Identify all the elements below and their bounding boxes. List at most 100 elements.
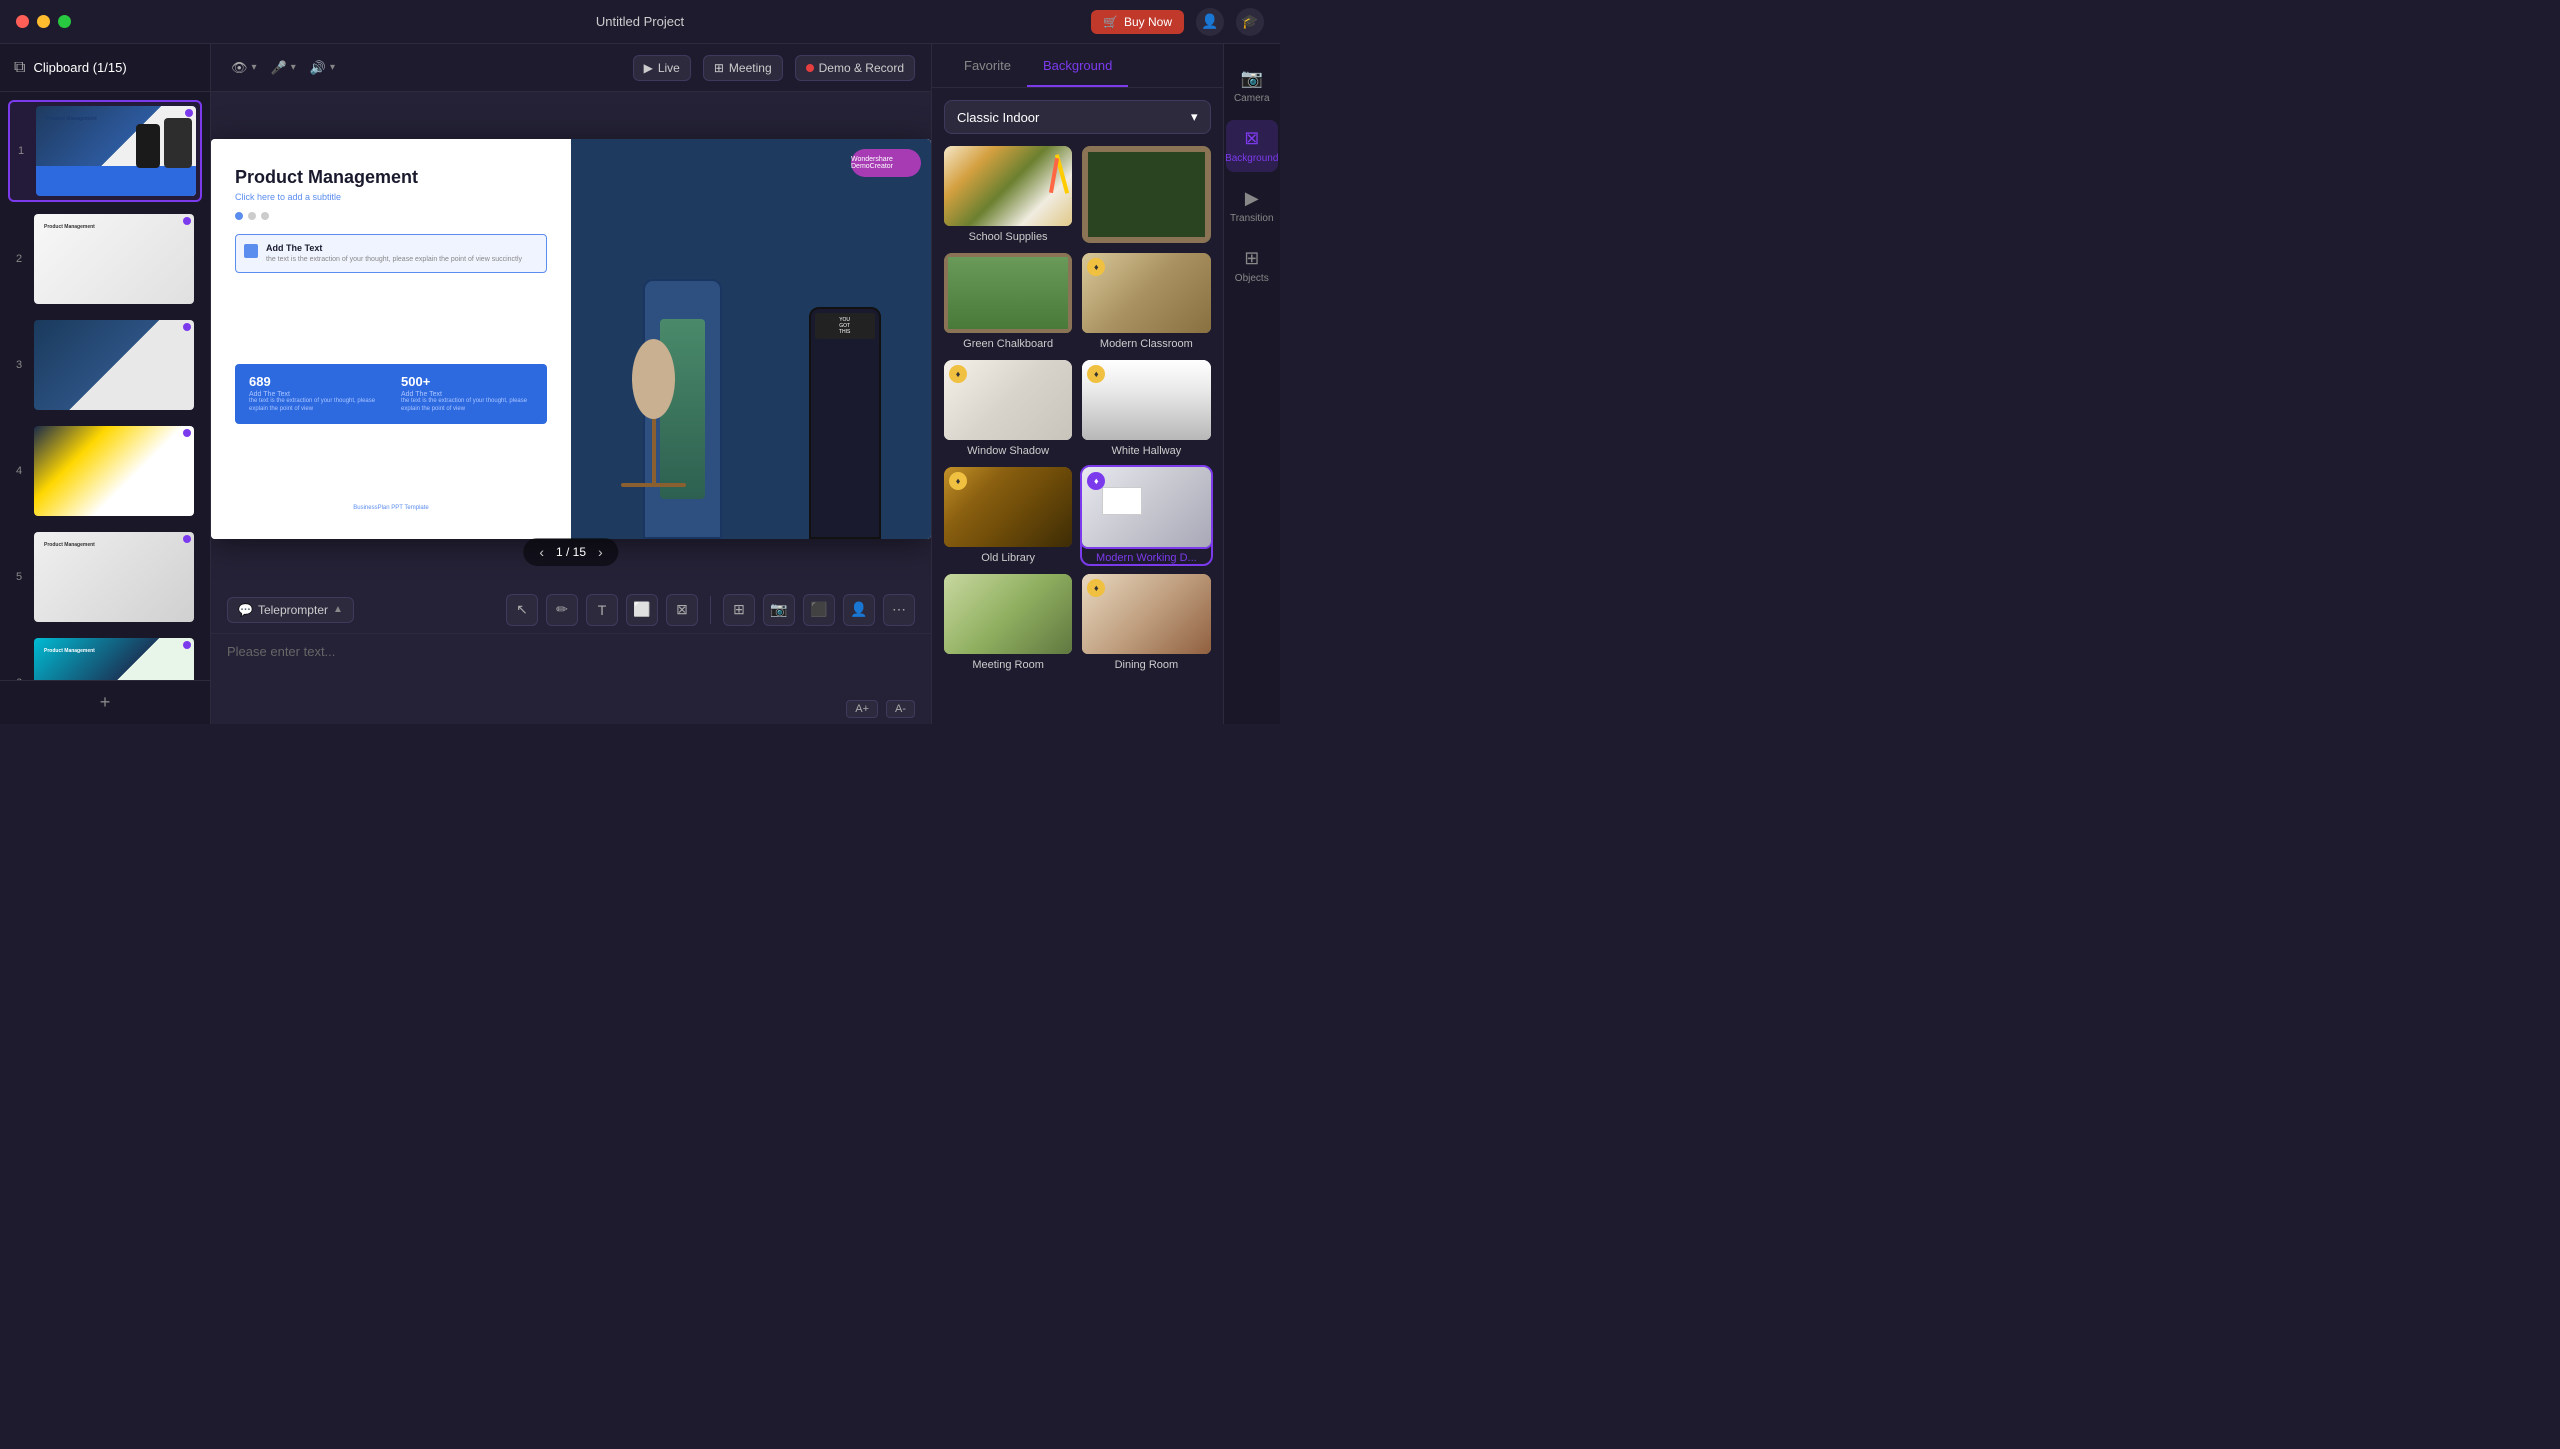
minimize-button[interactable] [37,15,50,28]
transition-icon: ▶ [1245,188,1259,209]
text-tool-button[interactable]: T [586,594,618,626]
bg-item-modern-working[interactable]: ♦ Modern Working D... [1082,467,1210,564]
mic-button[interactable]: 🎤 ▾ [267,56,300,80]
hat-icon[interactable]: 🎓 [1236,8,1264,36]
bg-item-modern-classroom[interactable]: ♦ Modern Classroom [1082,253,1210,350]
slide-badge [183,535,191,543]
person-button[interactable]: 👤 [843,594,875,626]
meeting-icon: ⊞ [714,61,724,75]
next-slide-button[interactable]: › [598,544,603,560]
bg-thumb: ♦ [944,360,1072,440]
close-button[interactable] [16,15,29,28]
slide-subtitle: Click here to add a subtitle [235,192,547,202]
user-icon[interactable]: 👤 [1196,8,1224,36]
bottom-toolbar: 💬 Teleprompter ▲ ↖ ✏ T ⬜ ⊠ ⊞ 📷 ⬛ 👤 ⋯ [211,586,931,634]
window-title: Untitled Project [596,14,684,29]
demo-record-button[interactable]: Demo & Record [795,55,915,81]
camera-nav-item[interactable]: 📷 Camera [1226,60,1278,112]
canvas-navigation: ‹ 1 / 15 › [523,538,618,566]
teleprompter-area: Please enter text... [211,634,931,694]
panel-tabs: Favorite Background [932,44,1223,88]
bg-label-modern-working: Modern Working D... [1082,552,1210,564]
slide-item[interactable]: 1 Product Management [8,100,202,202]
bg-label-dining-room: Dining Room [1082,659,1210,671]
bg-label-white-hallway: White Hallway [1082,445,1210,457]
slide-logo: Wondershare DemoCreator [851,149,921,177]
erase-tool-button[interactable]: ⊠ [666,594,698,626]
bg-item-old-library[interactable]: ♦ Old Library [944,467,1072,564]
main-area: 👁 ▾ 🎤 ▾ 🔊 ▾ ▶ Live ⊞ Meeting [211,44,931,724]
add-text-desc: the text is the extraction of your thoug… [266,255,522,265]
slide-badge [183,323,191,331]
add-slide-button[interactable]: + [0,680,210,724]
slide-right-panel: Wondershare DemoCreator YOUGOTTHIS [571,139,931,539]
more-button[interactable]: ⋯ [883,594,915,626]
far-right-panel: 📷 Camera ⊠ Background ▶ Transition ⊞ Obj… [1223,44,1281,724]
slide-item[interactable]: 3 [8,316,202,414]
bg-item-dining-room[interactable]: ♦ Dining Room [1082,574,1210,671]
view-icon: 👁 [231,60,248,76]
bg-thumb: ♦ [1082,467,1210,547]
slide-item[interactable]: 2 Product Management [8,210,202,308]
bottom-area: 💬 Teleprompter ▲ ↖ ✏ T ⬜ ⊠ ⊞ 📷 ⬛ 👤 ⋯ Ple… [211,586,931,724]
slide-thumbnail [34,426,194,516]
prev-slide-button[interactable]: ‹ [539,544,544,560]
display-button[interactable]: ⬛ [803,594,835,626]
bg-item-green-chalkboard[interactable]: Green Chalkboard [944,253,1072,350]
bg-item-window-shadow[interactable]: ♦ Window Shadow [944,360,1072,457]
sidebar: ⧉ Clipboard (1/15) 1 Product Management … [0,44,211,724]
slide-content: Product Management Click here to add a s… [211,139,931,539]
font-decrease-button[interactable]: A- [886,700,915,718]
canvas-area: Product Management Click here to add a s… [211,92,931,586]
slide-item[interactable]: 6 Product Management [8,634,202,680]
slide-number: 1 [14,145,28,157]
speaker-icon: 🔊 [310,60,326,76]
sidebar-header: ⧉ Clipboard (1/15) [0,44,210,92]
titlebar: Untitled Project 🛒 Buy Now 👤 🎓 [0,0,1280,44]
cart-icon: 🛒 [1103,15,1118,29]
maximize-button[interactable] [58,15,71,28]
bg-thumb [944,253,1072,333]
font-increase-button[interactable]: A+ [846,700,878,718]
pen-tool-button[interactable]: ✏ [546,594,578,626]
background-category-dropdown[interactable]: Classic Indoor ▾ [944,100,1211,134]
slide-item[interactable]: 5 Product Management [8,528,202,626]
bg-label-meeting-room: Meeting Room [944,659,1072,671]
buy-now-button[interactable]: 🛒 Buy Now [1091,10,1184,34]
bg-item-school-supplies[interactable]: School Supplies [944,146,1072,243]
toolbar-view-controls: 👁 ▾ 🎤 ▾ 🔊 ▾ [227,56,339,80]
tab-favorite[interactable]: Favorite [948,44,1027,87]
bg-label-modern-classroom: Modern Classroom [1082,338,1210,350]
slide-number: 5 [12,571,26,583]
slide-thumbnail: Product Management [34,532,194,622]
bg-item-white-hallway[interactable]: ♦ White Hallway [1082,360,1210,457]
bg-item-meeting-room[interactable]: Meeting Room [944,574,1072,671]
background-nav-item[interactable]: ⊠ Background [1226,120,1278,172]
sidebar-title: Clipboard (1/15) [33,60,126,75]
bg-thumb: ♦ [1082,360,1210,440]
bg-label-window-shadow: Window Shadow [944,445,1072,457]
webcam-button[interactable]: 📷 [763,594,795,626]
objects-nav-item[interactable]: ⊞ Objects [1226,240,1278,292]
meeting-button[interactable]: ⊞ Meeting [703,55,783,81]
bg-thumb: ♦ [1082,253,1210,333]
slide-item[interactable]: 4 [8,422,202,520]
screen-capture-button[interactable]: ⊞ [723,594,755,626]
shape-tool-button[interactable]: ⬜ [626,594,658,626]
live-button[interactable]: ▶ Live [633,55,691,81]
titlebar-actions: 🛒 Buy Now 👤 🎓 [1091,8,1264,36]
teleprompter-button[interactable]: 💬 Teleprompter ▲ [227,597,354,623]
dot-2 [248,212,256,220]
speaker-button[interactable]: 🔊 ▾ [306,56,339,80]
font-size-controls: A+ A- [211,694,931,724]
bg-thumb [944,574,1072,654]
cursor-tool-button[interactable]: ↖ [506,594,538,626]
tab-background[interactable]: Background [1027,44,1128,87]
slide-list: 1 Product Management 2 Product Managemen… [0,92,210,680]
bg-label-old-library: Old Library [944,552,1072,564]
clipboard-icon: ⧉ [14,59,25,77]
bg-item-black-chalkboard[interactable]: Black Chalkboard [1082,146,1210,243]
transition-nav-item[interactable]: ▶ Transition [1226,180,1278,232]
background-icon: ⊠ [1244,128,1259,149]
view-button[interactable]: 👁 ▾ [227,56,261,80]
